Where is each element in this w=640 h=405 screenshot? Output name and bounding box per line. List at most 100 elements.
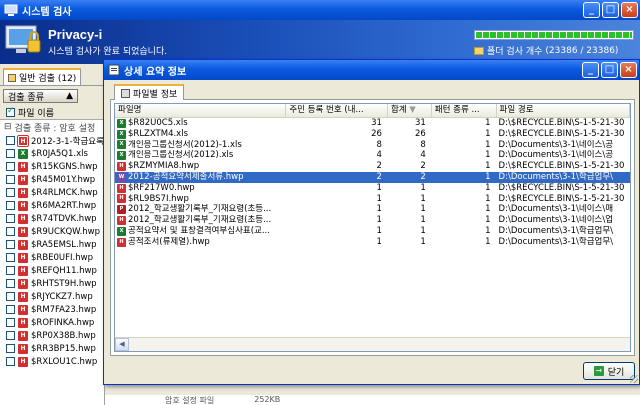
table-row[interactable]: X 개인응그룹신청서(2012)-1.xls 8 8 1 D:\Documents\3-1… <box>115 140 630 151</box>
item-checkbox[interactable] <box>6 253 15 262</box>
column-total-label: 합계 <box>390 105 407 115</box>
list-item[interactable]: H $RA5EMSL.hwp <box>0 238 104 251</box>
group-header[interactable]: ⊟ 검출 종류 : 암호 설정 <box>0 120 104 134</box>
list-item[interactable]: H $RXLOU1C.hwp <box>0 355 104 368</box>
item-checkbox[interactable] <box>6 162 15 171</box>
column-header-resident[interactable]: 주민 등록 번호 (내... <box>286 104 388 117</box>
list-item[interactable]: H $RBE0UFI.hwp <box>0 251 104 264</box>
sort-by-type-button[interactable]: 검출 종류 ▲ <box>3 89 78 103</box>
hwp-file-icon: H <box>18 252 28 263</box>
item-checkbox[interactable] <box>6 136 15 145</box>
table-row[interactable]: H $RL9BS7I.hwp 1 1 1 D:\$RECYCLE.BIN\S-1-5-21… <box>115 194 630 205</box>
table-row[interactable]: X $RLZXTM4.xls 26 26 1 D:\$RECYCLE.BIN\S-1-5-… <box>115 129 630 140</box>
hwp-file-icon: H <box>18 187 28 198</box>
list-item-label: $ROFINKA.hwp <box>31 317 95 328</box>
item-checkbox[interactable] <box>6 318 15 327</box>
table-row[interactable]: H 공적조서(류제열).hwp 1 1 1 D:\Documents\3-1\학급업무\ <box>115 237 630 248</box>
item-checkbox[interactable] <box>6 227 15 236</box>
cell-resident-count: 1 <box>376 204 382 215</box>
column-header-total[interactable]: 합계 ▼ <box>388 104 432 117</box>
table-row[interactable]: W 2012-공적요약서제출서류.hwp 2 2 1 D:\Documents\3-1\학… <box>115 171 630 183</box>
main-title-bar: 시스템 검사 _ □ × <box>0 0 640 20</box>
cell-resident-count: 8 <box>376 139 382 150</box>
summary-dialog: 상세 요약 정보 _ □ × 파일별 정보 파일명 주민 등록 번호 (내...… <box>103 59 640 385</box>
list-item[interactable]: H $R15KGNS.hwp <box>0 160 104 173</box>
cell-path: D:\Documents\3-1\네이스\매 <box>498 204 614 215</box>
cell-pattern-count: 1 <box>485 193 491 204</box>
hwp-file-icon: H <box>117 237 126 247</box>
cell-total: 1 <box>420 236 426 247</box>
list-item[interactable]: H $RHTST9H.hwp <box>0 277 104 290</box>
table-row[interactable]: H 2012_학교생활기록부_기재요령(초등... 1 1 1 D:\Documents\… <box>115 215 630 226</box>
info-icon <box>108 64 120 76</box>
tab-label: 파일별 정보 <box>133 89 178 100</box>
list-item-label: $RBE0UFI.hwp <box>31 252 93 263</box>
tab-file-info[interactable]: 파일별 정보 <box>114 84 185 100</box>
dialog-close-button[interactable]: × <box>620 62 637 78</box>
list-item[interactable]: H $RR3BP15.hwp <box>0 342 104 355</box>
list-item[interactable]: H $RP0X38B.hwp <box>0 329 104 342</box>
table-row[interactable]: X 공적요약서 및 표창결격여부심사표(교... 1 1 1 D:\Documents\3… <box>115 226 630 237</box>
column-header-pattern[interactable]: 패턴 종류 ... <box>432 104 497 117</box>
list-item[interactable]: H $REFQH11.hwp <box>0 264 104 277</box>
list-item[interactable]: H $R4RLMCK.hwp <box>0 186 104 199</box>
table-row[interactable]: X $R82U0C5.xls 31 31 1 D:\$RECYCLE.BIN\S-1-5-… <box>115 118 630 129</box>
cell-total: 1 <box>420 182 426 193</box>
list-item[interactable]: H 2012-3-1-학급요록. <box>0 134 104 147</box>
item-checkbox[interactable] <box>6 188 15 197</box>
column-header-path[interactable]: 파일 경로 <box>497 104 630 117</box>
list-item[interactable]: H $R74TDVK.hwp <box>0 212 104 225</box>
item-checkbox[interactable] <box>6 214 15 223</box>
dialog-maximize-button[interactable]: □ <box>601 62 618 78</box>
column-header-filename[interactable]: 파일명 <box>115 104 287 117</box>
tab-general-detection[interactable]: 일반 검출 (12) <box>3 68 82 85</box>
close-dialog-button[interactable]: → 닫기 <box>583 362 635 380</box>
excel-file-icon: X <box>117 226 126 236</box>
dialog-minimize-button[interactable]: _ <box>582 62 599 78</box>
list-item-label: $RHTST9H.hwp <box>31 278 97 289</box>
sort-down-icon: ▼ <box>409 105 416 115</box>
cell-filename: 공적요약서 및 표창결격여부심사표(교... <box>128 225 270 236</box>
item-checkbox[interactable] <box>6 357 15 366</box>
table-row[interactable]: H $RZMYMIA8.hwp 2 2 1 D:\$RECYCLE.BIN\S-1-5-2… <box>115 161 630 172</box>
item-checkbox[interactable] <box>6 266 15 275</box>
select-all-checkbox[interactable] <box>6 106 15 117</box>
cell-resident-count: 1 <box>376 225 382 236</box>
item-checkbox[interactable] <box>6 331 15 340</box>
table-row[interactable]: X 개인응그룹신청서(2012).xls 4 4 1 D:\Documents\3-1\네… <box>115 150 630 161</box>
hwp-file-icon: H <box>18 330 28 341</box>
cell-pattern-count: 1 <box>485 128 491 139</box>
item-checkbox[interactable] <box>6 292 15 301</box>
scroll-left-icon[interactable]: ◀ <box>115 338 129 351</box>
table-row[interactable]: H $RF217W0.hwp 1 1 1 D:\$RECYCLE.BIN\S-1-5-21… <box>115 183 630 194</box>
item-checkbox[interactable] <box>6 305 15 314</box>
item-checkbox[interactable] <box>6 344 15 353</box>
item-checkbox[interactable] <box>6 279 15 288</box>
list-item[interactable]: H $RJYCKZ7.hwp <box>0 290 104 303</box>
list-item-label: $R74TDVK.hwp <box>31 213 97 224</box>
horizontal-scrollbar[interactable]: ◀ <box>115 337 630 351</box>
list-item[interactable]: H $R9UCKQW.hwp <box>0 225 104 238</box>
hwp-file-icon: H <box>18 226 28 237</box>
list-item[interactable]: H $R6MA2RT.hwp <box>0 199 104 212</box>
excel-file-icon: X <box>117 118 126 128</box>
document-file-icon: W <box>117 172 126 182</box>
table-row[interactable]: P 2012_학교생활기록부_기재요령(초등... 1 1 1 D:\Documents\… <box>115 204 630 215</box>
minimize-button[interactable]: _ <box>583 2 600 18</box>
list-item[interactable]: H $ROFINKA.hwp <box>0 316 104 329</box>
group-label: 검출 종류 : 암호 설정 <box>14 123 96 134</box>
item-checkbox[interactable] <box>6 175 15 184</box>
list-item[interactable]: H $RM7FA23.hwp <box>0 303 104 316</box>
list-item-label: $RJYCKZ7.hwp <box>31 291 93 302</box>
maximize-button[interactable]: □ <box>602 2 619 18</box>
cell-path: D:\Documents\3-1\학급업무\ <box>498 225 614 236</box>
cell-path: D:\$RECYCLE.BIN\S-1-5-21-30 <box>498 193 625 204</box>
item-checkbox[interactable] <box>6 240 15 249</box>
item-checkbox[interactable] <box>6 201 15 210</box>
close-button[interactable]: × <box>621 2 638 18</box>
resize-grip[interactable] <box>630 375 638 383</box>
item-checkbox[interactable] <box>6 149 15 158</box>
list-item[interactable]: H $R45M01Y.hwp <box>0 173 104 186</box>
close-dialog-label: 닫기 <box>607 367 625 378</box>
list-item[interactable]: X $R0JA5Q1.xls <box>0 147 104 160</box>
